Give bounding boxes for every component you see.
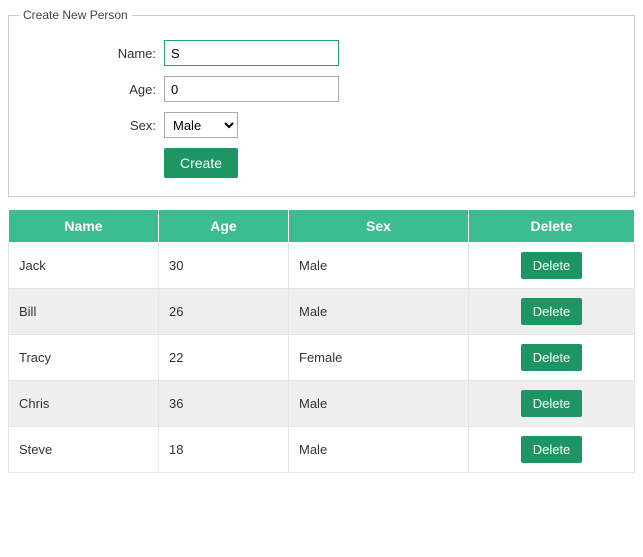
cell-sex: Male — [289, 243, 469, 289]
cell-delete: Delete — [469, 427, 635, 473]
cell-delete: Delete — [469, 381, 635, 427]
cell-sex: Male — [289, 427, 469, 473]
table-row: Bill26Male Delete — [9, 289, 635, 335]
table-row: Chris36Male Delete — [9, 381, 635, 427]
cell-delete: Delete — [469, 243, 635, 289]
cell-name: Steve — [9, 427, 159, 473]
col-header-age: Age — [159, 210, 289, 243]
cell-sex: Male — [289, 289, 469, 335]
delete-button[interactable]: Delete — [521, 344, 583, 371]
delete-button[interactable]: Delete — [521, 390, 583, 417]
people-table: Name Age Sex Delete Jack30MaleDeleteBill… — [8, 209, 635, 473]
cell-name: Bill — [9, 289, 159, 335]
cell-age: 30 — [159, 243, 289, 289]
cell-age: 36 — [159, 381, 289, 427]
cell-sex: Female — [289, 335, 469, 381]
table-row: Steve18Male Delete — [9, 427, 635, 473]
delete-button[interactable]: Delete — [521, 436, 583, 463]
col-header-name: Name — [9, 210, 159, 243]
col-header-sex: Sex — [289, 210, 469, 243]
col-header-delete: Delete — [469, 210, 635, 243]
create-person-fieldset: Create New Person Name: Age: Sex: MaleFe… — [8, 8, 635, 197]
cell-delete: Delete — [469, 289, 635, 335]
cell-age: 22 — [159, 335, 289, 381]
name-input[interactable] — [164, 40, 339, 66]
sex-select[interactable]: MaleFemale — [164, 112, 238, 138]
fieldset-legend: Create New Person — [19, 8, 132, 22]
age-input[interactable] — [164, 76, 339, 102]
name-label: Name: — [19, 46, 164, 61]
create-button[interactable]: Create — [164, 148, 238, 178]
cell-age: 18 — [159, 427, 289, 473]
table-row: Tracy22Female Delete — [9, 335, 635, 381]
delete-button[interactable]: Delete — [521, 252, 583, 279]
cell-sex: Male — [289, 381, 469, 427]
sex-label: Sex: — [19, 118, 164, 133]
cell-name: Tracy — [9, 335, 159, 381]
cell-delete: Delete — [469, 335, 635, 381]
cell-name: Jack — [9, 243, 159, 289]
cell-age: 26 — [159, 289, 289, 335]
table-row: Jack30Male Delete — [9, 243, 635, 289]
age-label: Age: — [19, 82, 164, 97]
delete-button[interactable]: Delete — [521, 298, 583, 325]
cell-name: Chris — [9, 381, 159, 427]
